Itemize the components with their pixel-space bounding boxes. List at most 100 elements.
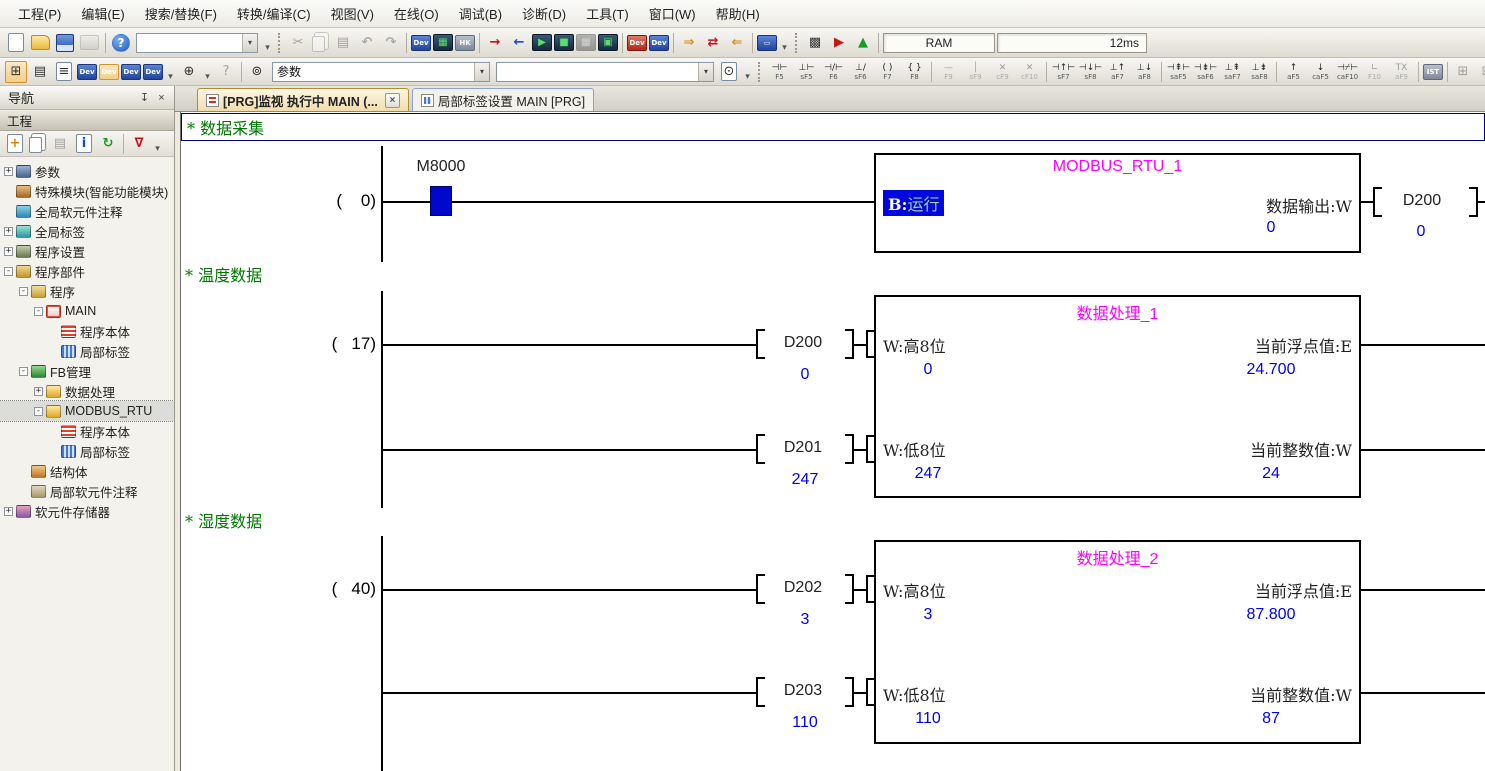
- tree-expander[interactable]: +: [4, 227, 13, 236]
- nav-paste-icon[interactable]: ▤: [49, 133, 71, 155]
- device-hk-icon[interactable]: HK: [455, 35, 475, 51]
- tree-item[interactable]: 特殊模块(智能功能模块): [0, 181, 174, 201]
- nav-refresh-icon[interactable]: ↻: [97, 133, 119, 155]
- operand-d201-in[interactable]: D201: [763, 439, 843, 457]
- tree-item[interactable]: 全局软元件注释: [0, 201, 174, 221]
- read-from-plc-icon[interactable]: ←: [508, 32, 530, 54]
- nav-new-item-icon[interactable]: +: [7, 134, 23, 153]
- quick-access-combo[interactable]: ▾: [136, 33, 258, 53]
- ladder-editor[interactable]: * 数据采集 * 温度数据 * 湿度数据 ( 0) M8000 MODBUS_R…: [180, 112, 1485, 771]
- tree-item[interactable]: 结构体: [0, 461, 174, 481]
- ist-instruction-icon[interactable]: IST: [1423, 64, 1443, 80]
- ladder-symbol-F5-button[interactable]: ⊣⊢F5: [766, 60, 793, 84]
- toolbar-overflow-chevron-icon[interactable]: ▾: [741, 62, 754, 82]
- device-reference-icon[interactable]: Dev: [121, 64, 141, 80]
- open-project-icon[interactable]: [31, 35, 50, 50]
- menu-item[interactable]: 窗口(W): [639, 0, 706, 28]
- redo-icon[interactable]: ↷: [380, 32, 402, 54]
- toolbar-overflow-chevron-icon[interactable]: ▾: [201, 62, 214, 82]
- ladder-symbol-saF5-button[interactable]: ⊣⇞⊢saF5: [1165, 60, 1192, 84]
- new-project-icon[interactable]: [8, 33, 24, 52]
- ladder-symbol-saF8-button[interactable]: ⊥⇟saF8: [1246, 60, 1273, 84]
- tree-expander[interactable]: -: [19, 367, 28, 376]
- tree-item[interactable]: 局部软元件注释: [0, 481, 174, 501]
- menu-item[interactable]: 调试(B): [449, 0, 512, 28]
- ladder-symbol-F8-button[interactable]: { }F8: [901, 60, 928, 84]
- tree-item[interactable]: +软元件存储器: [0, 501, 174, 521]
- document-find-icon[interactable]: ⊙: [721, 62, 737, 81]
- ladder-symbol-caF10-button[interactable]: ⊣⌿⊢caF10: [1334, 60, 1361, 84]
- nav-property-icon[interactable]: i: [76, 134, 92, 153]
- ladder-symbol-cF10-button[interactable]: ✕cF10: [1016, 60, 1043, 84]
- tree-item[interactable]: -FB管理: [0, 361, 174, 381]
- toolbar-overflow-chevron-icon[interactable]: ▾: [164, 62, 177, 82]
- tab-local-label-main[interactable]: 局部标签设置 MAIN [PRG]: [412, 88, 594, 111]
- ladder-symbol-sF8-button[interactable]: ⊣↓⊢sF8: [1077, 60, 1104, 84]
- tree-expander[interactable]: +: [4, 247, 13, 256]
- menu-item[interactable]: 工程(P): [8, 0, 71, 28]
- monitor-pause-icon[interactable]: ▦: [576, 34, 596, 51]
- menu-item[interactable]: 诊断(D): [512, 0, 576, 28]
- tree-item[interactable]: +参数: [0, 161, 174, 181]
- tree-expander[interactable]: -: [19, 287, 28, 296]
- jump-after-icon[interactable]: ⇐: [726, 32, 748, 54]
- tree-item[interactable]: +程序设置: [0, 241, 174, 261]
- tab-close-icon[interactable]: ×: [385, 93, 400, 108]
- device-table-icon[interactable]: Dev: [99, 64, 119, 80]
- tree-item[interactable]: 程序本体: [0, 321, 174, 341]
- menu-item[interactable]: 在线(O): [384, 0, 449, 28]
- ladder-symbol-caF5-button[interactable]: ↓caF5: [1307, 60, 1334, 84]
- inline-st-icon[interactable]: ⊞: [1452, 61, 1474, 83]
- tree-expander[interactable]: -: [34, 407, 43, 416]
- navigation-window-icon[interactable]: ⊞: [5, 61, 27, 83]
- tree-item[interactable]: -程序部件: [0, 261, 174, 281]
- undo-icon[interactable]: ↶: [356, 32, 378, 54]
- toolbar-overflow-chevron-icon[interactable]: ▾: [261, 33, 274, 53]
- operand-d203-in[interactable]: D203: [763, 682, 843, 700]
- operand-d200[interactable]: D200: [1382, 192, 1462, 210]
- monitor-stop-icon[interactable]: ■: [554, 34, 574, 51]
- list-view-icon[interactable]: ≡: [56, 62, 72, 81]
- run-mode-icon[interactable]: ▶: [828, 32, 850, 54]
- find-target-combo[interactable]: 参数▾: [272, 62, 490, 82]
- toolbar-overflow-chevron-icon[interactable]: ▾: [778, 33, 791, 53]
- fb-data-process-1[interactable]: 数据处理_1 W:高8位 0 W:低8位 247 当前浮点值:E 24.700 …: [874, 295, 1361, 498]
- device-find-icon[interactable]: Dev: [77, 64, 97, 80]
- ladder-symbol-saF6-button[interactable]: ⊣⇟⊢saF6: [1192, 60, 1219, 84]
- menu-item[interactable]: 视图(V): [321, 0, 384, 28]
- ladder-symbol-F6-button[interactable]: ⊣/⊢F6: [820, 60, 847, 84]
- combo-dropdown-icon[interactable]: ▾: [698, 63, 713, 81]
- verify-icon[interactable]: ⇄: [702, 32, 724, 54]
- tree-item[interactable]: -程序: [0, 281, 174, 301]
- paste-icon[interactable]: ▤: [332, 32, 354, 54]
- contact-m8000-on[interactable]: [430, 186, 452, 216]
- ladder-symbol-aF7-button[interactable]: ⊥↑aF7: [1104, 60, 1131, 84]
- tree-item[interactable]: +数据处理: [0, 381, 174, 401]
- print-icon[interactable]: [80, 35, 99, 50]
- remote-operation-icon[interactable]: ▭: [757, 35, 777, 51]
- ladder-symbol-F10-button[interactable]: ∟F10: [1361, 60, 1388, 84]
- device-monitor-1-icon[interactable]: Dev: [627, 35, 647, 51]
- ladder-symbol-sF6-button[interactable]: ⊥/sF6: [847, 60, 874, 84]
- tab-prg-monitor-main[interactable]: [PRG]监视 执行中 MAIN (... ×: [197, 88, 409, 111]
- operand-d202-in[interactable]: D202: [763, 579, 843, 597]
- tree-expander[interactable]: -: [34, 307, 43, 316]
- tree-item[interactable]: 程序本体: [0, 421, 174, 441]
- rung-comment-text[interactable]: * 湿度数据: [185, 508, 262, 532]
- operand-d200-in[interactable]: D200: [763, 334, 843, 352]
- tree-item[interactable]: -MODBUS_RTU: [0, 401, 174, 421]
- tree-expander[interactable]: +: [4, 507, 13, 516]
- cut-icon[interactable]: ✂: [287, 32, 309, 54]
- fb-input-run[interactable]: B:运行: [883, 190, 944, 216]
- ladder-symbol-sF5-button[interactable]: ⊥⊢sF5: [793, 60, 820, 84]
- nav-sort-icon[interactable]: ∇: [128, 133, 150, 155]
- nav-copy-icon[interactable]: [29, 137, 42, 153]
- cross-reference-icon[interactable]: ⊕: [178, 61, 200, 83]
- alert-mode-icon[interactable]: ▲: [852, 32, 874, 54]
- ladder-symbol-aF8-button[interactable]: ⊥↓aF8: [1131, 60, 1158, 84]
- tree-item[interactable]: 局部标签: [0, 341, 174, 361]
- ladder-symbol-aF5-button[interactable]: ↑aF5: [1280, 60, 1307, 84]
- ladder-symbol-cF9-button[interactable]: ✕cF9: [989, 60, 1016, 84]
- ladder-symbol-sF7-button[interactable]: ⊣↑⊢sF7: [1050, 60, 1077, 84]
- edit-comment-icon[interactable]: ⊟: [1476, 61, 1485, 83]
